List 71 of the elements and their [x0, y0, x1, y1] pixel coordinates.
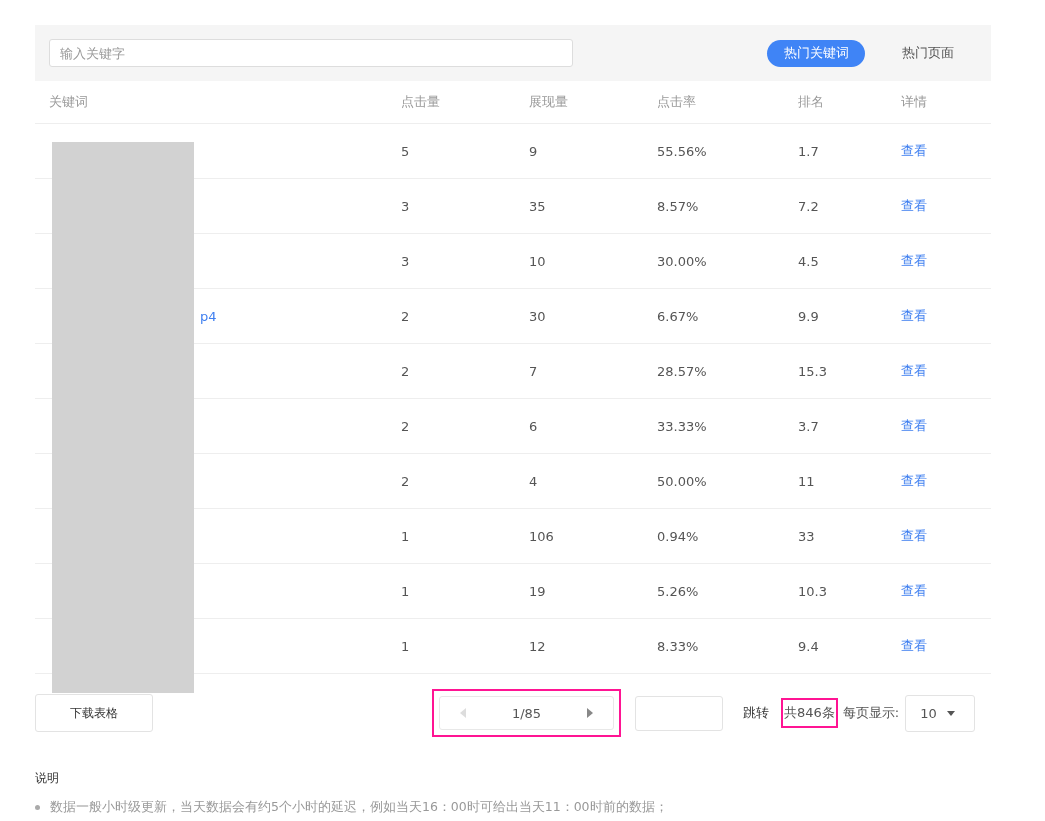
view-link[interactable]: 查看 — [901, 528, 927, 543]
table-cell-text: 19 — [529, 583, 547, 599]
table-cell-text: 4.5 — [798, 253, 820, 269]
view-link[interactable]: 查看 — [901, 363, 927, 378]
notes-title: 说明 — [35, 770, 60, 787]
column-header: 点击率 — [657, 93, 697, 111]
next-icon[interactable] — [587, 708, 593, 718]
table-cell-text: 33.33% — [657, 418, 708, 434]
table-cell-text: 28.57% — [657, 363, 708, 379]
column-header: 展现量 — [529, 93, 569, 111]
view-link[interactable]: 查看 — [901, 253, 927, 268]
table-cell-text: 3 — [401, 253, 411, 269]
table-cell-text: 2 — [401, 363, 411, 379]
table-cell-text: 0.94% — [657, 528, 700, 544]
table-cell-text: 6 — [529, 418, 539, 434]
table-cell-text: 106 — [529, 528, 555, 544]
per-page-label: 每页显示: — [842, 704, 900, 722]
table-cell-text: 6.67% — [657, 308, 700, 324]
column-header: 关键词 — [49, 93, 89, 111]
table-cell-text: 3 — [401, 198, 411, 214]
table-cell-text: 2 — [401, 308, 411, 324]
table-cell-text: 15.3 — [798, 363, 828, 379]
keyword-link[interactable]: p4 — [200, 308, 217, 324]
table-cell-text: 8.57% — [657, 198, 700, 214]
table-cell-text: 30 — [529, 308, 547, 324]
table-cell-text: 9 — [529, 143, 539, 159]
view-link[interactable]: 查看 — [901, 473, 927, 488]
jump-link[interactable]: 跳转 — [743, 704, 769, 722]
table-cell-text: 1.7 — [798, 143, 820, 159]
page-input[interactable] — [635, 695, 723, 731]
column-header: 排名 — [798, 93, 825, 111]
table-cell-text: 7 — [529, 363, 539, 379]
search-field[interactable]: 输入关键字 — [49, 39, 573, 67]
table-cell-text: 3.7 — [798, 418, 820, 434]
page-indicator: 1/85 — [511, 705, 542, 721]
tab[interactable]: 热门关键词 — [767, 39, 865, 67]
view-link[interactable]: 查看 — [901, 418, 927, 433]
table-cell-text: 10.3 — [798, 583, 828, 599]
tab[interactable]: 热门页面 — [879, 39, 977, 67]
view-link[interactable]: 查看 — [901, 143, 927, 158]
table-cell-text: 55.56% — [657, 143, 708, 159]
bullet-icon — [35, 805, 40, 810]
table-cell-text: 5 — [401, 143, 411, 159]
table-cell-text: 9.4 — [798, 638, 820, 654]
table-cell-text: 30.00% — [657, 253, 708, 269]
view-link[interactable]: 查看 — [901, 308, 927, 323]
table-cell-text: 1 — [401, 583, 411, 599]
caret-icon — [946, 710, 955, 716]
per-page-select[interactable]: 10 — [905, 694, 976, 732]
table-cell-text: 4 — [529, 473, 539, 489]
view-link[interactable]: 查看 — [901, 583, 927, 598]
table-cell-text: 8.33% — [657, 638, 700, 654]
table-cell-text: 50.00% — [657, 473, 708, 489]
table-cell-text: 35 — [529, 198, 547, 214]
total-count: 共846条 — [781, 698, 838, 728]
table-cell-text: 9.9 — [798, 308, 820, 324]
table-cell-text: 1 — [401, 638, 411, 654]
table-cell-text: 10 — [529, 253, 547, 269]
table-cell-text: 5.26% — [657, 583, 700, 599]
download-button[interactable]: 下载表格 — [35, 694, 153, 732]
table-cell-text: 2 — [401, 473, 411, 489]
table-cell-text: 33 — [798, 528, 816, 544]
view-link[interactable]: 查看 — [901, 198, 927, 213]
table-cell-text: 1 — [401, 528, 411, 544]
column-header: 详情 — [901, 93, 928, 111]
column-header: 点击量 — [401, 93, 441, 111]
table-cell-text: 2 — [401, 418, 411, 434]
table-cell-text: 11 — [798, 473, 816, 489]
view-link[interactable]: 查看 — [901, 638, 927, 653]
table-cell-text: 12 — [529, 638, 547, 654]
table-cell-text: 7.2 — [798, 198, 820, 214]
